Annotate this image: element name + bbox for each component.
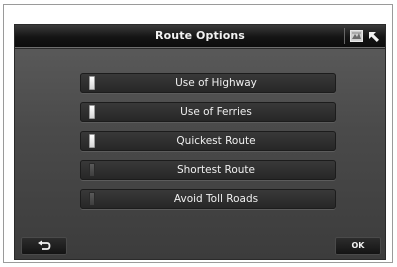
toggle-indicator-on-icon (89, 76, 95, 90)
back-arrow-icon (38, 240, 51, 250)
ok-button[interactable]: OK (335, 237, 381, 255)
device-frame: Route Options Use of Highway Use of Ferr… (3, 4, 393, 263)
option-avoid-toll-roads[interactable]: Avoid Toll Roads (80, 189, 336, 209)
map-icon[interactable] (350, 30, 363, 42)
option-use-of-highway[interactable]: Use of Highway (80, 73, 336, 93)
back-button[interactable] (21, 237, 67, 255)
option-label: Quickest Route (176, 135, 256, 147)
toggle-indicator-on-icon (89, 105, 95, 119)
option-label: Use of Highway (175, 77, 257, 89)
option-use-of-ferries[interactable]: Use of Ferries (80, 102, 336, 122)
option-label: Avoid Toll Roads (173, 193, 259, 205)
title-divider (344, 28, 345, 44)
route-options-screen: Route Options Use of Highway Use of Ferr… (14, 24, 386, 260)
title-bar: Route Options (15, 25, 385, 48)
toggle-indicator-on-icon (89, 134, 95, 148)
option-shortest-route[interactable]: Shortest Route (80, 160, 336, 180)
route-options-list: Use of Highway Use of Ferries Quickest R… (80, 73, 336, 218)
option-quickest-route[interactable]: Quickest Route (80, 131, 336, 151)
option-label: Shortest Route (176, 164, 256, 176)
option-label: Use of Ferries (180, 106, 252, 118)
arrow-cursor-icon[interactable] (367, 29, 381, 43)
page-title: Route Options (155, 29, 245, 42)
toggle-indicator-off-icon (89, 163, 95, 177)
toggle-indicator-off-icon (89, 192, 95, 206)
